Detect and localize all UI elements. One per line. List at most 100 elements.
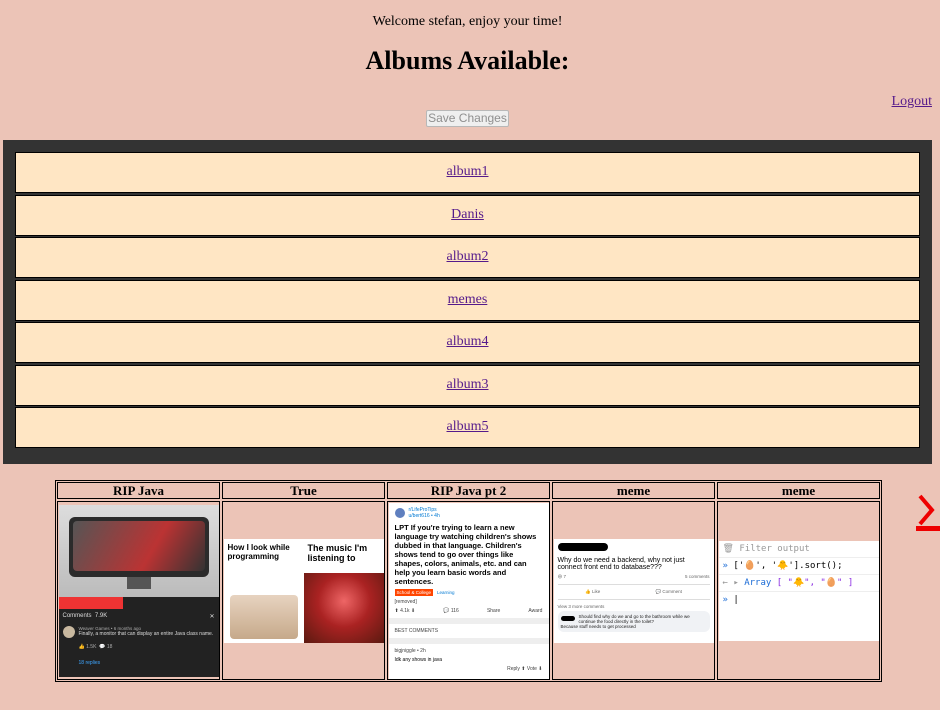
downvote-icon: ⬇: [538, 665, 543, 672]
image-cell[interactable]: Comments 7.9K ✕ Weaver Games • 6 months …: [57, 501, 220, 680]
console-output-value: [ "🐥", "🥚" ]: [776, 577, 854, 588]
meme-image[interactable]: Why do we need a backend, why not just c…: [553, 538, 714, 643]
image-title: RIP Java: [57, 482, 220, 499]
monitor-photo: [58, 504, 219, 597]
reply-text: Idk any shows in java: [394, 656, 443, 663]
image-column: RIP Java Comments 7.9K ✕ Weaver Games • …: [57, 482, 220, 680]
filter-output-placeholder: Filter output: [739, 543, 810, 554]
image-cell[interactable]: How I look while programming The music I…: [222, 501, 385, 680]
avatar: [62, 625, 75, 638]
meme-image[interactable]: 🗑 Filter output » ['🥚', '🐥'].sort(); ← ▸…: [718, 540, 879, 641]
album-row[interactable]: album2: [15, 237, 920, 278]
meme-image[interactable]: r/LifeProTips u/bert616 • 4h LPT If you'r…: [388, 502, 549, 679]
album-link[interactable]: album1: [447, 164, 489, 179]
redacted-name: [557, 542, 608, 551]
best-comments-label: BEST COMMENTS: [394, 627, 439, 634]
album-link[interactable]: Danis: [451, 207, 484, 222]
album-row[interactable]: album3: [15, 364, 920, 406]
reply-count: 18: [106, 643, 113, 650]
reply-text-2: Because stuff needs to get processed: [560, 623, 636, 629]
vote-count: 4.1k: [400, 607, 410, 614]
album-link[interactable]: memes: [448, 292, 488, 307]
image-title: meme: [552, 482, 715, 499]
console-output-label: Array: [744, 577, 772, 588]
comments-count: 5 comments: [684, 573, 710, 579]
album-link[interactable]: album5: [447, 419, 489, 434]
flair-tag: School & College: [394, 588, 434, 596]
image-column: meme Why do we need a backend, why not j…: [552, 482, 715, 680]
image-column: meme 🗑 Filter output » ['🥚', '🐥'].sort()…: [717, 482, 880, 680]
replies-link: 18 replies: [78, 659, 101, 666]
album-row[interactable]: Danis: [15, 194, 920, 236]
album-row[interactable]: memes: [15, 279, 920, 321]
image-column: True How I look while programming The mu…: [222, 482, 385, 680]
doom-artwork: [303, 572, 384, 643]
removed-text: [removed]: [394, 598, 417, 605]
reaction-icon: 😆: [557, 573, 563, 579]
images-table: RIP Java Comments 7.9K ✕ Weaver Games • …: [55, 480, 882, 682]
comment-text: Finally, a monitor that can display an e…: [78, 630, 214, 637]
image-title: RIP Java pt 2: [387, 482, 550, 499]
comments-label: Comments: [62, 612, 92, 619]
subreddit-name: r/LifeProTips: [408, 506, 437, 513]
redacted-name: [560, 616, 576, 621]
trash-icon: 🗑: [722, 543, 734, 554]
image-cell[interactable]: 🗑 Filter output » ['🥚', '🐥'].sort(); ← ▸…: [717, 501, 880, 680]
comment-icon: 💬: [443, 607, 450, 614]
reaction-count: 7: [563, 573, 566, 579]
image-title: True: [222, 482, 385, 499]
console-cursor: |: [733, 594, 739, 605]
album-list: album1 Danis album2 memes album4 album3 …: [3, 140, 932, 464]
album-link[interactable]: album4: [447, 334, 489, 349]
image-column: RIP Java pt 2 r/LifeProTips u/bert616 • 4…: [387, 482, 550, 680]
album-row[interactable]: album1: [15, 152, 920, 193]
image-cell[interactable]: r/LifeProTips u/bert616 • 4h LPT If you'r…: [387, 501, 550, 680]
console-prompt-icon: »: [722, 560, 728, 571]
image-cell[interactable]: Why do we need a backend, why not just c…: [552, 501, 715, 680]
downvote-icon: ⬇: [410, 607, 416, 614]
comment-icon: 💬: [655, 588, 662, 594]
upvote-icon: ⬆: [394, 607, 399, 614]
vote-label: Vote: [526, 665, 537, 672]
console-output-icon: ←: [722, 577, 728, 588]
console-input: ['🥚', '🐥'].sort();: [733, 560, 843, 571]
logout-link[interactable]: Logout: [892, 94, 932, 110]
thumbs-up-icon: 👍: [78, 643, 85, 650]
reply-user: bigjniggle • 2h: [394, 647, 426, 654]
award-label: Award: [528, 607, 543, 614]
album-row[interactable]: album4: [15, 322, 920, 363]
share-label: Share: [486, 607, 501, 614]
console-prompt-icon: »: [722, 594, 728, 605]
meme-image[interactable]: How I look while programming The music I…: [223, 538, 384, 643]
album-row[interactable]: album5: [15, 407, 920, 448]
image-title: meme: [717, 482, 880, 499]
comment-label: Comment: [662, 588, 682, 594]
comments-count: 7.9K: [94, 612, 108, 619]
comment-count: 116: [450, 607, 459, 614]
thumbs-up-icon: 👍: [585, 588, 591, 594]
view-more-comments: View 3 more comments: [557, 603, 605, 609]
kid-photo: [229, 594, 298, 639]
reply-label: Reply: [507, 665, 520, 672]
page-title: Albums Available:: [365, 46, 570, 75]
album-link[interactable]: album3: [447, 377, 489, 392]
close-icon: ✕: [209, 613, 215, 620]
album-link[interactable]: album2: [447, 249, 489, 264]
reply-icon: 💬: [99, 643, 106, 650]
meme-image[interactable]: Comments 7.9K ✕ Weaver Games • 6 months …: [58, 504, 219, 677]
upvote-icon: ⬆: [521, 665, 526, 672]
right-caption: The music I'm listening to: [307, 542, 368, 563]
post-user: u/bert616 • 4h: [408, 512, 440, 519]
like-count: 1.5K: [86, 643, 97, 650]
post-text: LPT If you're trying to learn a new lang…: [394, 522, 537, 586]
post-question: Why do we need a backend, why not just c…: [557, 556, 685, 571]
reply-text: Should find why do we and go to the bath…: [578, 613, 690, 624]
save-changes-button[interactable]: Save Changes: [426, 110, 509, 127]
left-caption: How I look while programming: [227, 542, 290, 561]
like-label: Like: [591, 588, 601, 594]
expand-triangle-icon: ▸: [733, 577, 739, 588]
chevron-right-icon[interactable]: [914, 490, 940, 532]
flair-tag: Learning: [436, 589, 455, 595]
subreddit-avatar: [394, 507, 405, 518]
welcome-text: Welcome stefan, enjoy your time!: [372, 14, 563, 29]
